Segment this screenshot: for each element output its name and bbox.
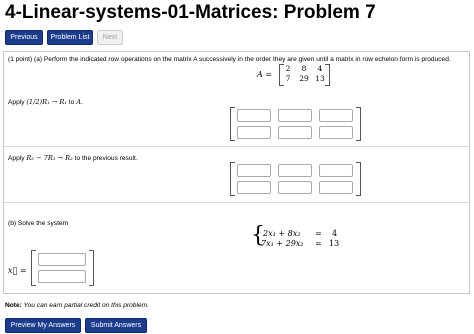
matrix-label: A = bbox=[257, 70, 273, 79]
step1-text: Apply (1/2)R₁ → R₁ to A. bbox=[8, 98, 83, 106]
matrix-cell: 2 bbox=[285, 64, 291, 73]
step2-cell-r2c2-input[interactable] bbox=[278, 181, 312, 194]
system-lhs: 7x₁ + 29x₂ bbox=[261, 239, 304, 248]
step2-cell-r2c1-input[interactable] bbox=[237, 181, 271, 194]
system-lhs: 2x₁ + 8x₂ bbox=[263, 229, 301, 238]
step1-cell-r1c1-input[interactable] bbox=[237, 109, 271, 122]
divider bbox=[4, 146, 469, 147]
system-rhs: 4 bbox=[332, 229, 338, 238]
solution-vector-label: x⃗ = bbox=[8, 266, 27, 275]
system-eq: = bbox=[315, 229, 322, 238]
left-bracket bbox=[31, 250, 36, 286]
problem-panel: (1 point) (a) Perform the indicated row … bbox=[3, 51, 470, 294]
previous-button[interactable]: Previous bbox=[5, 30, 43, 45]
matrix-cell: 7 bbox=[285, 74, 291, 83]
left-bracket bbox=[230, 162, 235, 196]
matrix-cell: 13 bbox=[315, 74, 325, 83]
step1-cell-r2c2-input[interactable] bbox=[278, 126, 312, 139]
page-title: 4-Linear-systems-01-Matrices: Problem 7 bbox=[5, 2, 376, 23]
part-b-label: (b) Solve the system bbox=[8, 220, 69, 227]
x1-input[interactable] bbox=[38, 253, 86, 266]
step1-cell-r1c3-input[interactable] bbox=[319, 109, 353, 122]
matrix-cell: 8 bbox=[301, 64, 307, 73]
next-button[interactable]: Next bbox=[97, 30, 123, 45]
step1-cell-r2c1-input[interactable] bbox=[237, 126, 271, 139]
step2-cell-r1c2-input[interactable] bbox=[278, 164, 312, 177]
step2-cell-r1c1-input[interactable] bbox=[237, 164, 271, 177]
preview-answers-button[interactable]: Preview My Answers bbox=[5, 318, 81, 333]
submit-answers-button[interactable]: Submit Answers bbox=[85, 318, 147, 333]
problem-list-button[interactable]: Problem List bbox=[47, 30, 93, 45]
right-bracket bbox=[356, 107, 361, 141]
step2-cell-r1c3-input[interactable] bbox=[319, 164, 353, 177]
system-eq: = bbox=[315, 239, 322, 248]
divider bbox=[4, 202, 469, 203]
step2-text: Apply R₂ − 7R₁ → R₂ to the previous resu… bbox=[8, 154, 138, 162]
x2-input[interactable] bbox=[38, 270, 86, 283]
matrix-cell: 29 bbox=[299, 74, 309, 83]
step2-cell-r2c3-input[interactable] bbox=[319, 181, 353, 194]
right-bracket bbox=[356, 162, 361, 196]
left-bracket bbox=[230, 107, 235, 141]
partial-credit-note: Note: You can earn partial credit on thi… bbox=[5, 302, 149, 309]
matrix-cell: 4 bbox=[317, 64, 323, 73]
step1-cell-r2c3-input[interactable] bbox=[319, 126, 353, 139]
system-rhs: 13 bbox=[329, 239, 340, 248]
right-bracket bbox=[89, 250, 94, 286]
problem-intro: (1 point) (a) Perform the indicated row … bbox=[8, 56, 451, 63]
step1-cell-r1c2-input[interactable] bbox=[278, 109, 312, 122]
